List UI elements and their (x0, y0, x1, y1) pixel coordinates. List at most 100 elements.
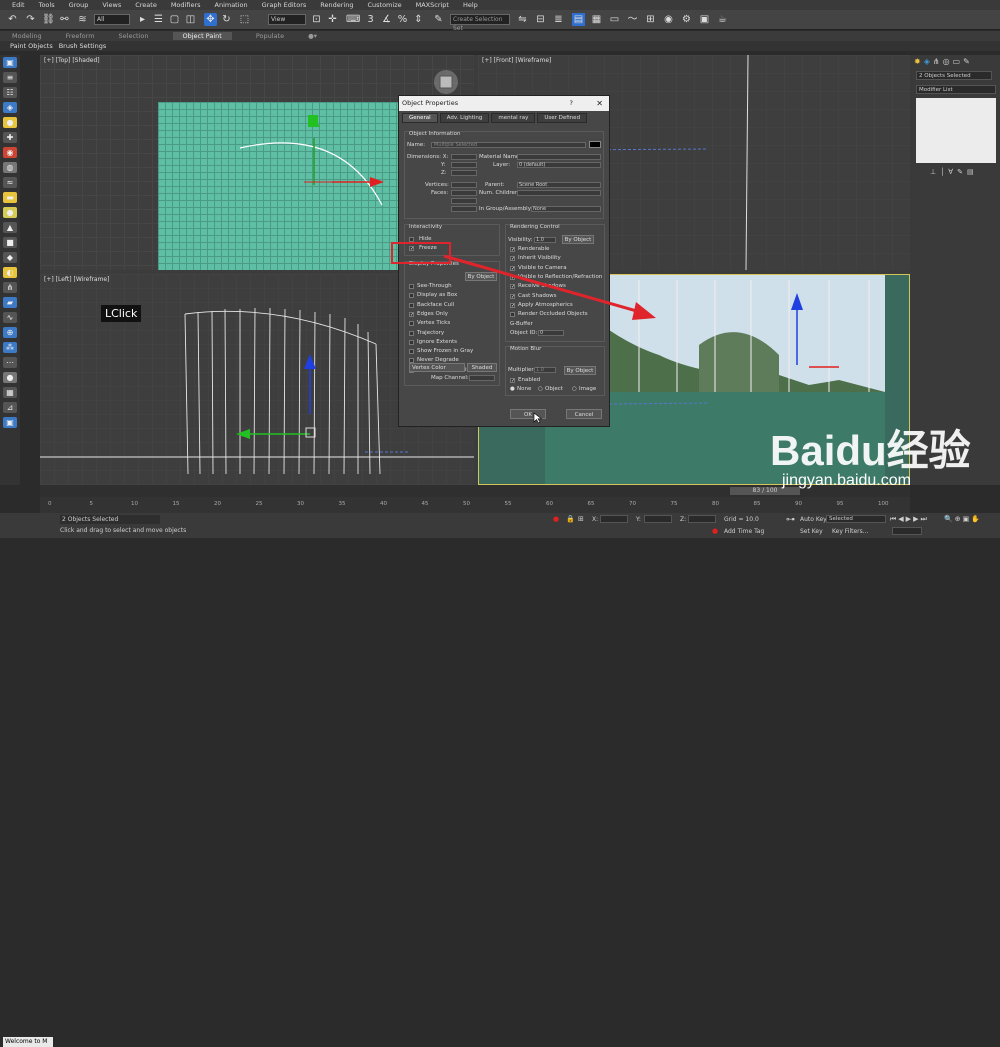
curve-editor-icon[interactable]: 〜 (626, 13, 639, 26)
utilities-tab-icon[interactable]: ✎ (963, 57, 970, 66)
object-radio[interactable]: ○ (538, 386, 543, 392)
tab-freeform[interactable]: Freeform (66, 32, 95, 40)
track-bar[interactable]: 0 5 10 15 20 25 30 35 40 45 50 55 60 65 70 75 80 85 90 95 10… (40, 497, 910, 513)
angle-snap-icon[interactable]: ∡ (380, 13, 393, 26)
motion-tab-icon[interactable]: ◎ (943, 57, 950, 66)
render-tool-icon[interactable]: ▣ (3, 417, 17, 428)
set-key-button[interactable]: Set Key (800, 528, 823, 535)
helper-icon[interactable]: ✚ (3, 132, 17, 143)
name-field[interactable]: Multiple Selected (431, 142, 586, 148)
modifier-icon[interactable]: ◆ (3, 252, 17, 263)
hierarchy-icon[interactable]: ⋔ (3, 282, 17, 293)
tab-general[interactable]: General (402, 113, 438, 123)
x-coord-field[interactable] (600, 515, 628, 523)
undo-icon[interactable]: ↶ (6, 13, 19, 26)
menu-item-create[interactable]: Create (135, 1, 157, 9)
none-radio[interactable]: ● (510, 386, 515, 392)
rotate-icon[interactable]: ↻ (220, 13, 233, 26)
viewport-label-left[interactable]: [+] [Left] [Wireframe] (44, 276, 109, 283)
box-icon[interactable]: ■ (3, 237, 17, 248)
display-option-checkbox[interactable] (409, 284, 414, 289)
tab-selection[interactable]: Selection (119, 32, 149, 40)
viewport-nav-controls[interactable]: 🔍⊕▣✋ (944, 515, 982, 523)
menu-item-edit[interactable]: Edit (12, 1, 25, 9)
toggle-scene-explorer-icon[interactable]: ▤ (572, 13, 585, 26)
display-option-checkbox[interactable] (409, 302, 414, 308)
display-option-checkbox[interactable] (409, 321, 414, 327)
menu-item-views[interactable]: Views (102, 1, 121, 9)
schematic-view-icon[interactable]: ⊞ (644, 13, 657, 26)
menu-item-rendering[interactable]: Rendering (320, 1, 353, 9)
render-icon[interactable]: ☕ (716, 13, 729, 26)
z-coord-field[interactable] (688, 515, 716, 523)
maxscript-listener[interactable]: Welcome to M (3, 1037, 53, 1047)
select-object-icon[interactable]: ▸ (136, 13, 149, 26)
snap-tool-icon[interactable]: ⊕ (3, 327, 17, 338)
display-option-checkbox[interactable] (409, 349, 414, 355)
display-tab-icon[interactable]: ▭ (953, 57, 961, 66)
window-crossing-icon[interactable]: ◫ (184, 13, 197, 26)
menu-item-maxscript[interactable]: MAXScript (416, 1, 449, 9)
key-mode-icon[interactable]: ⊶ (786, 515, 795, 525)
paint-objects-panel[interactable]: Paint Objects (10, 42, 53, 50)
ribbon-toggle-icon[interactable]: ▭ (608, 13, 621, 26)
keyboard-shortcut-icon[interactable]: ⌨ (346, 13, 360, 26)
ref-coord-dropdown[interactable]: View (268, 14, 306, 25)
sphere-icon[interactable]: ● (3, 207, 17, 218)
unlink-icon[interactable]: ⚯ (58, 13, 71, 26)
selection-name-field[interactable]: 2 Objects Selected (916, 71, 992, 80)
align-icon[interactable]: ⊟ (534, 13, 547, 26)
y-coord-field[interactable] (644, 515, 672, 523)
menu-item-customize[interactable]: Customize (367, 1, 401, 9)
map-channel-field[interactable] (469, 375, 495, 381)
edit-named-sel-icon[interactable]: ✎ (432, 13, 445, 26)
render-frame-icon[interactable]: ▣ (698, 13, 711, 26)
tab-object-paint[interactable]: Object Paint (172, 32, 232, 40)
bind-spacewarp-icon[interactable]: ≋ (76, 13, 89, 26)
tab-adv-lighting[interactable]: Adv. Lighting (439, 113, 490, 123)
create-tab-icon[interactable]: ✸ (914, 57, 921, 66)
tab-populate[interactable]: Populate (256, 32, 284, 40)
playback-controls[interactable]: ⏮◀▶▶⏭ (890, 515, 929, 524)
viewport-label-front[interactable]: [+] [Front] [Wireframe] (482, 57, 551, 64)
brush-settings-panel[interactable]: Brush Settings (59, 42, 106, 50)
spinner-snap-icon[interactable]: ⇕ (412, 13, 425, 26)
lock-icon[interactable]: 🔒 (566, 515, 575, 523)
material-editor-icon[interactable]: ◉ (662, 13, 675, 26)
container-icon[interactable]: ▣ (3, 57, 17, 68)
scale-icon[interactable]: ⬚ (238, 13, 251, 26)
rect-selection-icon[interactable]: ▢ (168, 13, 181, 26)
move-icon[interactable]: ✥ (204, 13, 217, 26)
camera-icon[interactable]: ◉ (3, 147, 17, 158)
viewport-label-top[interactable]: [+] [Top] [Shaded] (44, 57, 100, 64)
mirror-icon[interactable]: ⇋ (516, 13, 529, 26)
selection-filter-dropdown[interactable]: All (94, 14, 130, 25)
key-selection-dropdown[interactable]: Selected (826, 515, 886, 523)
help-button[interactable]: ? (570, 96, 573, 111)
menu-item-graph-editors[interactable]: Graph Editors (262, 1, 307, 9)
motion-blur-by-object-button[interactable]: By Object (564, 366, 596, 375)
tab-modeling[interactable]: Modeling (12, 32, 42, 40)
modify-tab-icon[interactable]: ◈ (924, 57, 930, 66)
shaded-button[interactable]: Shaded (467, 363, 497, 372)
grid-icon[interactable]: ▦ (3, 387, 17, 398)
menu-item-animation[interactable]: Animation (215, 1, 248, 9)
viewcube-icon[interactable] (428, 68, 464, 96)
select-by-name-icon[interactable]: ☰ (152, 13, 165, 26)
layer-tool-icon[interactable]: ≡ (3, 72, 17, 83)
light-icon[interactable]: ● (3, 117, 17, 128)
link-icon[interactable]: ⛓ (42, 13, 55, 26)
pivot-icon[interactable]: ⊡ (310, 13, 323, 26)
snaps-icon[interactable]: 3 (364, 13, 377, 26)
display-icon[interactable]: ▰ (3, 297, 17, 308)
render-setup-icon[interactable]: ⚙ (680, 13, 693, 26)
close-icon[interactable]: ✕ (596, 96, 603, 111)
display-option-checkbox[interactable] (409, 330, 414, 336)
named-selection-dropdown[interactable]: Create Selection Set (450, 14, 510, 32)
add-time-tag-button[interactable]: Add Time Tag (724, 528, 764, 535)
list-icon[interactable]: ☷ (3, 87, 17, 98)
isolate-icon[interactable]: ● (553, 515, 559, 523)
absolute-mode-icon[interactable]: ⊞ (578, 515, 584, 523)
current-frame-field[interactable] (892, 527, 922, 535)
layer-explorer-icon[interactable]: ▦ (590, 13, 603, 26)
